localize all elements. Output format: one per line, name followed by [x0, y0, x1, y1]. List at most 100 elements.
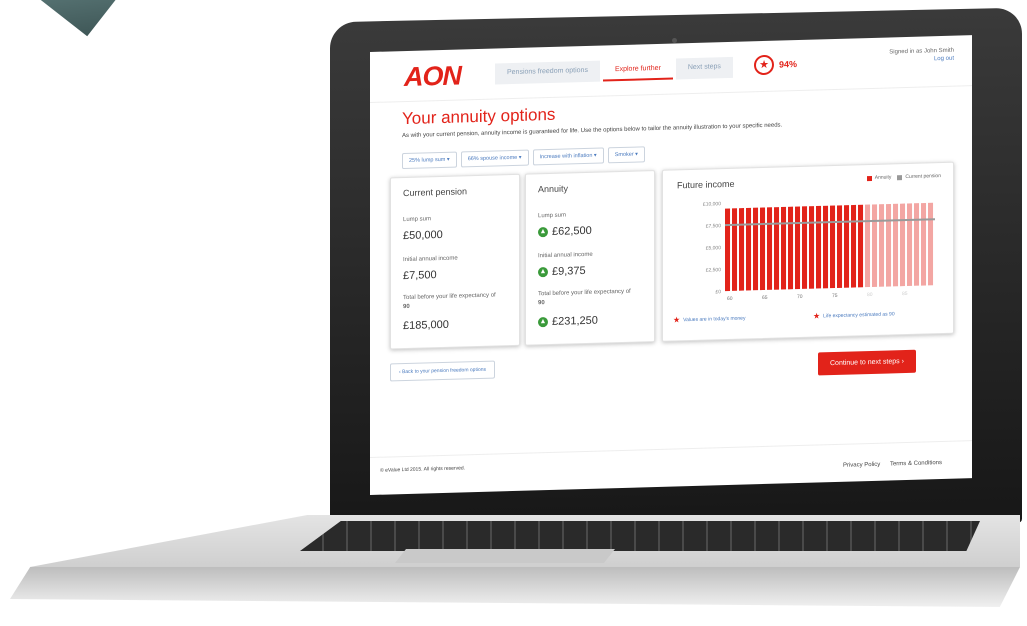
lump-sum-dropdown[interactable]: 25% lump sum ▾	[402, 151, 457, 170]
annuity-bar	[816, 205, 822, 289]
current-income-label: Initial annual income	[403, 255, 458, 264]
y-tick-label: £5,000	[706, 245, 722, 251]
laptop-front-edge	[10, 567, 1020, 607]
y-tick-label: £2,500	[706, 267, 722, 273]
annuity-total-label: Total before your life expectancy of 90	[538, 288, 638, 309]
laptop-base	[0, 515, 1027, 615]
x-tick-label: 75	[832, 293, 838, 299]
annuity-total-text: Total before your life expectancy of	[538, 288, 631, 298]
annuity-bar	[893, 203, 899, 287]
annuity-life-expectancy: 90	[538, 300, 545, 307]
brand-logo[interactable]: AON	[404, 60, 461, 93]
annuity-income: ▲ £9,375	[538, 265, 586, 278]
arrow-up-icon: ▲	[538, 317, 548, 328]
annuity-bar	[900, 203, 906, 287]
current-life-expectancy: 90	[403, 303, 410, 311]
continue-button[interactable]: Continue to next steps ›	[818, 349, 916, 376]
annuity-bar	[872, 204, 878, 287]
annuity-bar	[746, 207, 752, 291]
terms-link[interactable]: Terms & Conditions	[890, 460, 942, 467]
x-tick-label: 85	[902, 291, 908, 297]
tab-explore-further[interactable]: Explore further	[602, 58, 673, 82]
annuity-bar	[767, 207, 773, 290]
arrow-up-icon: ▲	[538, 267, 548, 278]
tab-next-steps[interactable]: Next steps	[675, 56, 733, 80]
chevron-left-icon: ‹	[399, 369, 401, 376]
annuity-bar	[921, 202, 927, 286]
inflation-label: Increase with inflation	[539, 152, 593, 161]
annuity-bar	[865, 204, 871, 288]
current-lump-sum-value: £50,000	[403, 228, 443, 243]
y-tick-label: £10,000	[703, 201, 721, 208]
chevron-right-icon: ›	[901, 358, 904, 366]
star-icon: ★	[754, 54, 774, 76]
current-total-text: Total before your life expectancy of	[403, 292, 496, 302]
logout-link[interactable]: Log out	[889, 56, 954, 64]
arrow-up-icon: ▲	[538, 227, 548, 238]
annuity-income-value: £9,375	[552, 264, 586, 278]
star-icon: ★	[673, 315, 681, 325]
option-filters: 25% lump sum ▾ 66% spouse income ▾ Incre…	[402, 146, 649, 170]
annuity-bar	[739, 208, 745, 291]
annuity-bar	[879, 204, 885, 287]
spouse-income-label: 66% spouse income	[467, 154, 518, 163]
privacy-link[interactable]: Privacy Policy	[843, 462, 880, 469]
laptop-screen: AON Pensions freedom options Explore fur…	[370, 35, 972, 495]
y-tick-label: £0	[715, 289, 721, 295]
annuity-bar	[802, 206, 808, 289]
annuity-bar	[774, 207, 780, 290]
tab-pensions-freedom-options[interactable]: Pensions freedom options	[495, 60, 600, 85]
annuity-bar	[858, 204, 864, 288]
annuity-lump-sum-value: £62,500	[552, 224, 592, 238]
annuity-bar	[753, 207, 759, 291]
star-icon: ★	[813, 311, 821, 321]
current-pension-title: Current pension	[403, 186, 468, 199]
current-total-label: Total before your life expectancy of 90	[403, 291, 503, 312]
corner-decoration	[32, 0, 118, 37]
lump-sum-label: 25% lump sum	[409, 156, 446, 164]
annuity-card: Annuity Lump sum ▲ £62,500 Initial annual…	[525, 170, 655, 346]
current-pension-card: Current pension Lump sum £50,000 Initial…	[390, 173, 520, 350]
annuity-bar	[907, 203, 913, 287]
progress-indicator: ★ 94%	[754, 54, 798, 76]
user-info: Signed in as John Smith Log out	[889, 48, 954, 64]
copyright: © eValue Ltd 2015. All rights reserved.	[380, 465, 466, 474]
annuity-lump-sum-label: Lump sum	[538, 212, 567, 220]
annuity-lump-sum: ▲ £62,500	[538, 225, 592, 239]
annuity-bar	[809, 206, 815, 289]
future-income-card: Future income Annuity Current pension £1…	[662, 161, 954, 342]
back-button[interactable]: ‹ Back to your pension freedom options	[390, 360, 496, 382]
progress-percent: 94%	[779, 59, 798, 70]
signed-in-label: Signed in as John Smith	[889, 47, 954, 56]
keyboard	[300, 521, 980, 551]
x-tick-label: 60	[727, 296, 733, 302]
x-tick-label: 65	[762, 295, 768, 301]
annuity-bar	[886, 203, 892, 287]
continue-button-label: Continue to next steps	[830, 358, 900, 368]
smoker-label: Smoker	[614, 151, 634, 159]
note-todays-money-text: Values are in today's money	[683, 315, 746, 323]
main-nav: Pensions freedom options Explore further…	[495, 56, 736, 85]
current-income-value: £7,500	[403, 269, 437, 283]
current-total-value: £185,000	[403, 318, 449, 333]
smoker-dropdown[interactable]: Smoker ▾	[607, 146, 645, 164]
annuity-bar	[795, 206, 801, 290]
annuity-bar	[844, 205, 850, 288]
annuity-total: ▲ £231,250	[538, 315, 598, 329]
annuity-income-label: Initial annual income	[538, 251, 593, 260]
y-tick-label: £7,500	[706, 223, 722, 229]
annuity-total-value: £231,250	[552, 314, 598, 328]
annuity-bar	[732, 208, 738, 291]
annuity-bar	[928, 202, 934, 286]
x-tick-label: 80	[867, 292, 873, 298]
annuity-bar	[823, 205, 829, 289]
annuity-bar	[914, 203, 920, 286]
spouse-income-dropdown[interactable]: 66% spouse income ▾	[460, 149, 529, 168]
annuity-bar	[788, 206, 794, 290]
annuity-bar	[830, 205, 836, 289]
annuity-bar	[760, 207, 766, 291]
annuity-bar	[725, 208, 731, 292]
annuity-bar	[837, 205, 843, 288]
back-button-label: Back to your pension freedom options	[402, 366, 487, 376]
inflation-dropdown[interactable]: Increase with inflation ▾	[532, 147, 604, 166]
